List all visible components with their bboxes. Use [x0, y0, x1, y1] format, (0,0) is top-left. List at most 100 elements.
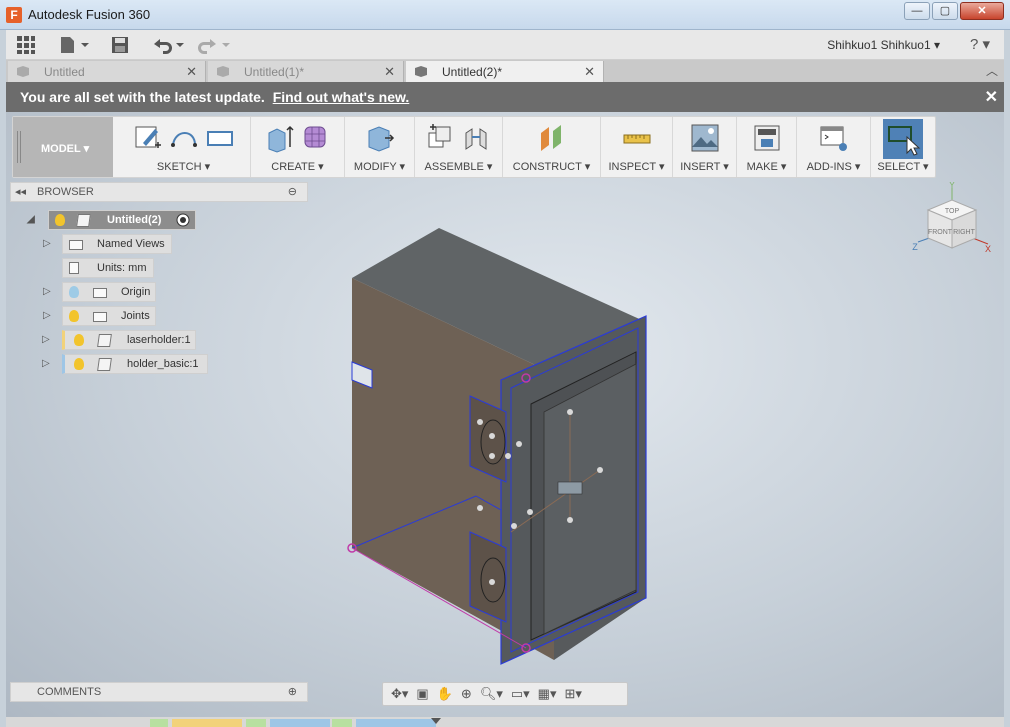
viewcube-front-label[interactable]: FRONT	[928, 229, 953, 236]
modify-menu[interactable]: MODIFY ▾	[345, 160, 414, 173]
3d-print-icon[interactable]	[752, 123, 782, 153]
navigation-bar: ✥▾ ▣ ✋ ⊕ 🔍︎▾ ▭▾ ▦▾ ⊞▾	[382, 682, 628, 706]
undo-icon[interactable]	[150, 35, 186, 55]
pan-icon[interactable]: ✋	[437, 686, 453, 702]
browser-item-origin[interactable]: ▷ Origin	[43, 282, 156, 302]
expand-toggle-icon[interactable]: ◢	[27, 214, 35, 225]
visibility-bulb-icon[interactable]	[74, 334, 84, 346]
display-settings-icon[interactable]: ▭▾	[511, 686, 530, 702]
form-icon[interactable]	[301, 123, 331, 153]
construct-menu[interactable]: CONSTRUCT ▾	[503, 160, 600, 173]
component-icon	[97, 334, 112, 347]
select-cursor-icon[interactable]	[883, 119, 923, 159]
select-group[interactable]: SELECT ▾	[871, 117, 935, 177]
grid-settings-icon[interactable]: ▦▾	[538, 686, 557, 702]
orbit-icon[interactable]: ✥▾	[391, 686, 408, 702]
browser-item-holder-basic[interactable]: ▷ holder_basic:1	[42, 354, 208, 374]
browser-item-named-views[interactable]: ▷ Named Views	[43, 234, 172, 254]
activate-component-icon[interactable]	[176, 213, 190, 227]
tab-close-icon[interactable]: ✕	[384, 64, 395, 80]
restore-button[interactable]: ▢	[932, 2, 958, 20]
make-menu[interactable]: MAKE ▾	[737, 160, 796, 173]
joint-icon[interactable]	[462, 123, 492, 153]
sketch-menu[interactable]: SKETCH ▾	[117, 160, 250, 173]
browser-item-joints[interactable]: ▷ Joints	[43, 306, 156, 326]
fusion-app-icon: F	[6, 7, 22, 23]
construct-group[interactable]: CONSTRUCT ▾	[503, 117, 601, 177]
whats-new-link[interactable]: Find out what's new.	[273, 89, 410, 105]
tab-close-icon[interactable]: ✕	[186, 64, 197, 80]
minimize-browser-icon[interactable]: ⊖	[288, 185, 297, 198]
timeline-bar[interactable]	[6, 717, 1004, 727]
add-ins-menu[interactable]: ADD-INS ▾	[797, 160, 870, 173]
x-axis-label: X	[985, 244, 991, 254]
inspect-group[interactable]: INSPECT ▾	[601, 117, 673, 177]
insert-image-icon[interactable]	[690, 123, 720, 153]
new-component-icon[interactable]	[426, 123, 456, 153]
press-pull-icon[interactable]	[365, 123, 395, 153]
close-banner-icon[interactable]: ✕	[985, 87, 998, 107]
collapse-browser-icon[interactable]: ◂◂	[15, 185, 26, 198]
data-panel-grid-icon[interactable]	[16, 35, 36, 55]
user-account-menu[interactable]: Shihkuo1 Shihkuo1 ▾	[827, 38, 940, 52]
select-menu[interactable]: SELECT ▾	[871, 160, 935, 173]
extrude-icon[interactable]	[265, 123, 295, 153]
create-sketch-icon[interactable]	[133, 123, 163, 153]
file-menu-icon[interactable]	[58, 35, 90, 55]
help-menu[interactable]: ? ▾	[970, 35, 990, 53]
add-ins-group[interactable]: ADD-INS ▾	[797, 117, 871, 177]
minimize-button[interactable]: —	[904, 2, 930, 20]
tab-untitled-1[interactable]: Untitled(1)* ✕	[208, 61, 404, 82]
tab-untitled[interactable]: Untitled ✕	[8, 61, 206, 82]
model-canvas[interactable]	[6, 112, 1004, 717]
expand-toggle-icon[interactable]: ▷	[43, 286, 51, 297]
arc-icon[interactable]	[169, 123, 199, 153]
browser-item-label: Joints	[121, 310, 150, 322]
expand-toggle-icon[interactable]: ▷	[42, 334, 50, 345]
offset-plane-icon[interactable]	[537, 123, 567, 153]
create-menu[interactable]: CREATE ▾	[251, 160, 344, 173]
zoom-icon[interactable]: ⊕	[461, 686, 472, 702]
visibility-bulb-icon[interactable]	[74, 358, 84, 370]
look-at-icon[interactable]: ▣	[416, 686, 428, 702]
timeline-features[interactable]	[6, 718, 1004, 727]
redo-icon[interactable]	[196, 35, 232, 55]
create-group[interactable]: CREATE ▾	[251, 117, 345, 177]
save-icon[interactable]	[110, 35, 130, 55]
workspace-switcher[interactable]: MODEL ▾	[13, 117, 113, 177]
inspect-menu[interactable]: INSPECT ▾	[601, 160, 672, 173]
scripts-addins-icon[interactable]	[819, 123, 849, 153]
rectangle-icon[interactable]	[205, 123, 235, 153]
tab-close-icon[interactable]: ✕	[584, 64, 595, 80]
visibility-bulb-icon[interactable]	[69, 286, 79, 298]
close-window-button[interactable]: ✕	[960, 2, 1004, 20]
toolbar-grip-icon	[17, 131, 21, 163]
fit-icon[interactable]: 🔍︎▾	[480, 686, 503, 702]
sketch-group[interactable]: SKETCH ▾	[117, 117, 251, 177]
folder-icon	[93, 312, 107, 322]
viewports-icon[interactable]: ⊞▾	[564, 686, 581, 702]
chevron-up-icon[interactable]: ︿	[986, 62, 998, 79]
assemble-menu[interactable]: ASSEMBLE ▾	[415, 160, 502, 173]
modify-group[interactable]: MODIFY ▾	[345, 117, 415, 177]
add-comment-icon[interactable]: ⊕	[288, 685, 297, 698]
view-cube[interactable]: TOP FRONT RIGHT Y X Z	[912, 182, 992, 262]
make-group[interactable]: MAKE ▾	[737, 117, 797, 177]
expand-toggle-icon[interactable]: ▷	[42, 358, 50, 369]
browser-root-node[interactable]: ◢ Untitled(2)	[27, 210, 196, 230]
measure-icon[interactable]	[622, 123, 652, 153]
insert-menu[interactable]: INSERT ▾	[673, 160, 736, 173]
assemble-group[interactable]: ASSEMBLE ▾	[415, 117, 503, 177]
browser-item-units[interactable]: Units: mm	[62, 258, 154, 278]
viewcube-top-label[interactable]: TOP	[945, 208, 960, 215]
expand-toggle-icon[interactable]: ▷	[43, 238, 51, 249]
expand-toggle-icon[interactable]: ▷	[43, 310, 51, 321]
viewcube-right-label[interactable]: RIGHT	[953, 229, 976, 236]
tab-untitled-2[interactable]: Untitled(2)* ✕	[406, 61, 604, 82]
3d-viewport[interactable]: MODEL ▾ SKETCH ▾ CREATE ▾ MODIFY ▾ ASSEM…	[6, 112, 1004, 717]
visibility-bulb-icon[interactable]	[55, 214, 65, 226]
insert-group[interactable]: INSERT ▾	[673, 117, 737, 177]
browser-item-laserholder[interactable]: ▷ laserholder:1	[42, 330, 196, 350]
visibility-bulb-icon[interactable]	[69, 310, 79, 322]
component-icon	[217, 66, 229, 77]
